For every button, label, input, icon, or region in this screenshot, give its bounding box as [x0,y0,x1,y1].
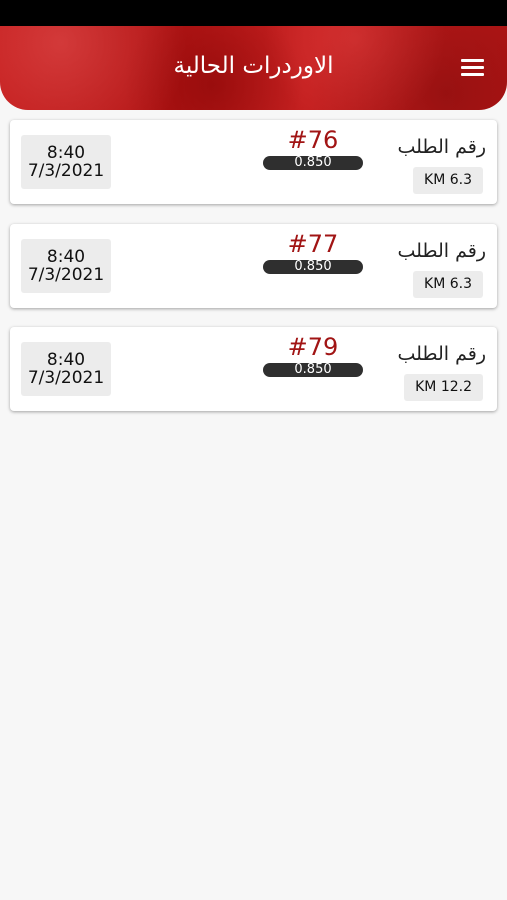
order-number: #77 [287,230,339,258]
order-number: #76 [287,126,339,154]
order-number-label: رقم الطلب [397,240,486,262]
order-time-box: 8:40 7/3/2021 [21,342,111,396]
order-date: 7/3/2021 [27,368,105,388]
page-title: الاوردرات الحالية [173,53,334,79]
order-number-label: رقم الطلب [397,136,486,158]
hamburger-menu-icon[interactable] [456,57,490,79]
order-number-label: رقم الطلب [397,343,486,365]
order-amount: 0.850 [263,156,363,170]
order-card[interactable]: 8:40 7/3/2021 #77 0.850 رقم الطلب KM 6.3 [10,224,497,308]
order-date: 7/3/2021 [27,265,105,285]
order-card[interactable]: 8:40 7/3/2021 #76 0.850 رقم الطلب KM 6.3 [10,120,497,204]
order-time: 8:40 [46,350,86,370]
order-time: 8:40 [46,247,86,267]
distance-badge: KM 6.3 [413,167,483,194]
order-amount: 0.850 [263,260,363,274]
order-time-box: 8:40 7/3/2021 [21,135,111,189]
order-amount: 0.850 [263,363,363,377]
status-bar [0,0,507,26]
order-card[interactable]: 8:40 7/3/2021 #79 0.850 رقم الطلب KM 12.… [10,327,497,411]
distance-badge: KM 12.2 [404,374,483,401]
distance-badge: KM 6.3 [413,271,483,298]
order-time: 8:40 [46,143,86,163]
order-date: 7/3/2021 [27,161,105,181]
order-time-box: 8:40 7/3/2021 [21,239,111,293]
order-number: #79 [287,333,339,361]
app-header: الاوردرات الحالية [0,26,507,110]
